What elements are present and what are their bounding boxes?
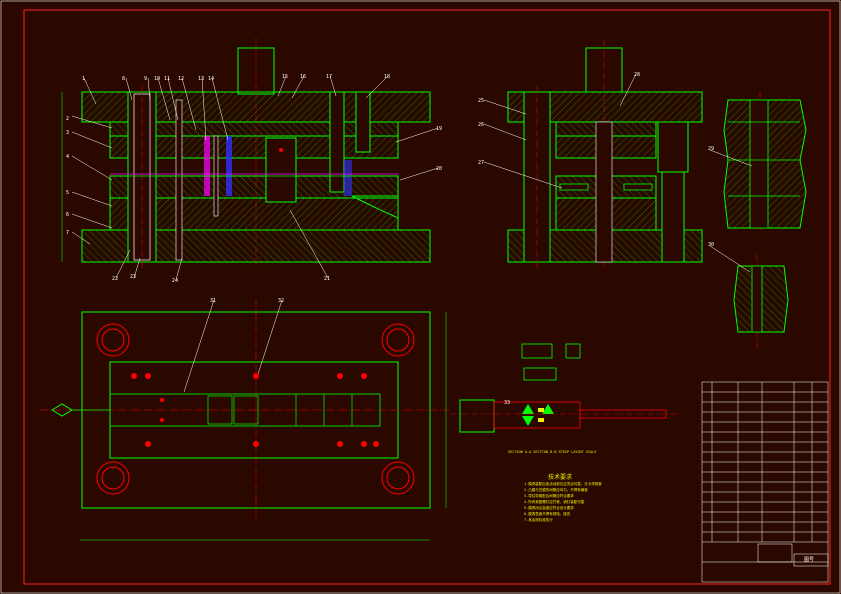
section-note: SECTION A-A SECTION B-B STRIP LAYOUT SCA… (508, 450, 597, 454)
part-number-label: 14 (208, 76, 215, 82)
part-number-label: 30 (708, 242, 715, 248)
tech-requirement-4: 4.所有紧固螺钉应拧紧，销钉装配可靠 (524, 500, 585, 504)
tech-requirement-6: 6.模具表面不得有锈蚀、碰伤 (524, 512, 571, 516)
tech-requirement-3: 3.导柱导套配合间隙应符合要求 (524, 494, 574, 498)
part-number-label: 33 (504, 400, 511, 406)
part-number-label: 26 (478, 122, 485, 128)
part-number-label: 27 (478, 160, 485, 166)
tech-requirement-7: 7.其余按标准执行 (524, 518, 553, 522)
part-number-label: 32 (278, 298, 285, 304)
part-number-label: 18 (384, 74, 391, 80)
part-number-label: 12 (178, 76, 185, 82)
part-number-label: 11 (164, 76, 171, 82)
tech-requirement-5: 5.模具闭合高度应符合设计要求 (524, 506, 574, 510)
detail-view-1 (709, 92, 807, 234)
title-block-drawing-number: 图号 (804, 557, 815, 563)
part-number-label: 7 (66, 230, 70, 236)
cad-drawing-canvas (0, 0, 841, 594)
part-number-label: 31 (210, 298, 217, 304)
part-number-label: 17 (326, 74, 333, 80)
tech-requirement-2: 2.凸模与凹模的间隙应均匀，不得有偏差 (524, 488, 588, 492)
sheet-border-outer (0, 0, 841, 594)
part-number-label: 19 (436, 126, 443, 132)
part-number-label: 2 (66, 116, 70, 122)
part-number-label: 8 (122, 76, 126, 82)
title-block (701, 381, 829, 583)
part-number-label: 21 (324, 276, 331, 282)
part-number-label: 29 (708, 146, 715, 152)
part-number-label: 25 (478, 98, 485, 104)
part-number-label: 1 (82, 76, 86, 82)
part-number-label: 6 (66, 212, 70, 218)
part-number-label: 15 (282, 74, 289, 80)
strip-layout (450, 343, 680, 433)
tech-requirements-title: 技术要求 (548, 474, 573, 481)
plan-view (40, 299, 450, 541)
part-number-label: 22 (112, 276, 119, 282)
part-number-label: 5 (66, 190, 70, 196)
part-number-label: 20 (436, 166, 443, 172)
front-section-view (61, 38, 439, 281)
part-number-label: 4 (66, 154, 70, 160)
part-number-label: 16 (300, 74, 307, 80)
tech-requirement-1: 1.模具装配后各活动部位应灵活可靠，无卡滞现象 (524, 482, 602, 486)
part-number-label: 3 (66, 130, 70, 136)
part-number-label: 24 (172, 278, 179, 284)
part-number-label: 9 (144, 76, 148, 82)
detail-view-2 (709, 245, 789, 350)
part-number-label: 10 (154, 76, 161, 82)
part-number-label: 13 (198, 76, 205, 82)
part-number-label: 28 (634, 72, 641, 78)
part-number-label: 23 (130, 274, 137, 280)
side-section-view (483, 40, 703, 270)
